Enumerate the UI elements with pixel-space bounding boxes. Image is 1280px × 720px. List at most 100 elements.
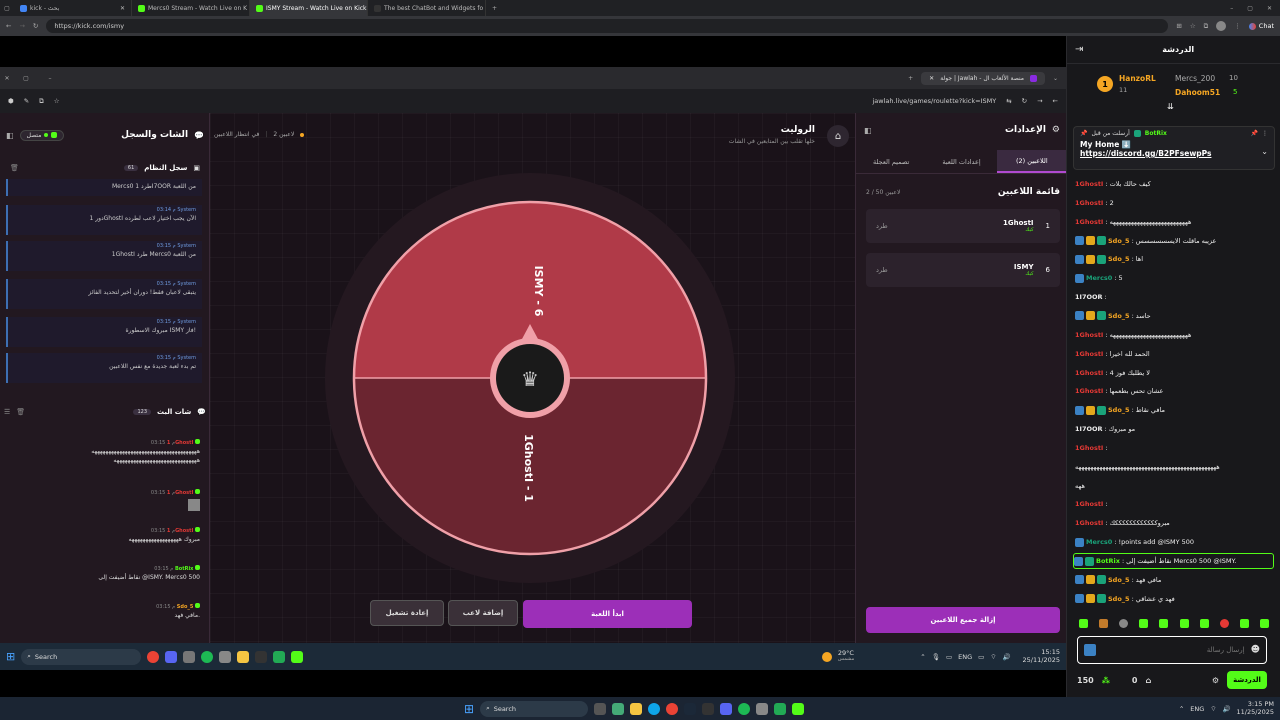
chat-input[interactable]: إرسال رسالة ☻ <box>1077 636 1267 664</box>
windows-start-icon[interactable]: ⊞ <box>6 650 15 663</box>
volume-icon[interactable]: 🔊 <box>1222 705 1230 713</box>
restart-button[interactable]: إعادة تشغيل <box>370 600 444 626</box>
minimize-icon[interactable]: – <box>1230 5 1233 12</box>
emote-icon[interactable] <box>1219 618 1229 628</box>
points-icon[interactable]: ⁂ <box>1102 676 1110 685</box>
emote-icon[interactable] <box>1199 618 1209 628</box>
message-user[interactable]: Sdo_5 <box>1108 595 1130 603</box>
app-icon[interactable] <box>255 650 268 663</box>
language-indicator[interactable]: ENG <box>958 653 972 661</box>
message-user[interactable]: 1GhostI <box>1075 500 1103 508</box>
extension-icon[interactable]: ✎ <box>24 97 29 105</box>
message-user[interactable]: 1GhostI <box>1075 199 1103 207</box>
collapse-icon[interactable]: ◧ <box>864 126 872 135</box>
add-player-button[interactable]: إضافة لاعب <box>448 600 518 626</box>
app-icon[interactable] <box>612 702 625 715</box>
trash-icon[interactable]: 🗑 <box>16 408 25 416</box>
steam-icon[interactable] <box>684 702 697 715</box>
remove-all-players-button[interactable]: إزالة جميع اللاعبين <box>866 607 1060 633</box>
tray-arrow-icon[interactable]: ⌃ <box>920 653 925 661</box>
tray-icon[interactable]: ▭ <box>946 653 952 661</box>
folder-icon[interactable] <box>630 702 643 715</box>
spotify-icon[interactable] <box>201 650 214 663</box>
close-icon[interactable]: ✕ <box>0 75 14 82</box>
message-user[interactable]: Mercs0 <box>1086 538 1112 546</box>
chevron-down-icon[interactable]: ⌄ <box>1261 147 1268 156</box>
send-chat-button[interactable]: الدردشة <box>1227 671 1267 689</box>
more-icon[interactable]: ⋮ <box>1262 130 1268 137</box>
unpin-icon[interactable]: 📌 <box>1251 130 1258 137</box>
app-icon[interactable] <box>774 702 787 715</box>
filter-icon[interactable]: ☰ <box>4 408 10 416</box>
message-user[interactable]: Sdo_5 <box>1108 255 1130 263</box>
message-user[interactable]: 1I7OOR <box>1075 425 1103 433</box>
chrome-icon[interactable] <box>147 650 160 663</box>
collapse-icon[interactable]: ◧ <box>6 131 14 140</box>
message-user[interactable]: 1GhostI <box>1075 369 1103 377</box>
message-user[interactable]: 1GhostI <box>1075 350 1103 358</box>
network-icon[interactable]: ⌔ <box>990 652 996 661</box>
translate-icon[interactable]: ⊞ <box>1176 22 1181 30</box>
message-user[interactable]: Mercs0 <box>1086 274 1112 282</box>
restore-icon[interactable]: ▢ <box>14 75 38 82</box>
reload-icon[interactable]: ↻ <box>33 22 38 30</box>
settings-icon[interactable]: ⚙ <box>1212 676 1219 685</box>
app-icon[interactable] <box>702 702 715 715</box>
chrome-icon[interactable] <box>666 702 679 715</box>
extensions-icon[interactable]: ⧉ <box>1204 22 1209 31</box>
app-icon[interactable] <box>273 650 286 663</box>
back-icon[interactable]: ← <box>1053 97 1058 105</box>
emote-icon[interactable] <box>1159 618 1169 628</box>
message-user[interactable]: Sdo_5 <box>1108 237 1130 245</box>
tab-game-settings[interactable]: إعدادات اللعبة <box>926 150 996 173</box>
browser-tab-ismy[interactable]: ISMY Stream - Watch Live on Kick✕ <box>250 0 368 16</box>
kick-player-button[interactable]: طرد <box>876 222 888 230</box>
discord-icon[interactable] <box>165 650 178 663</box>
app-icon[interactable] <box>219 650 232 663</box>
tab-wheel-design[interactable]: تصميم العجلة <box>856 150 926 173</box>
star-icon[interactable]: ☆ <box>54 97 60 105</box>
copy-icon[interactable]: ⧉ <box>39 97 44 106</box>
bookmark-icon[interactable]: ☆ <box>1190 22 1196 30</box>
new-tab-icon[interactable]: + <box>908 75 913 82</box>
message-user[interactable]: 1GhostI <box>1075 180 1103 188</box>
message-user[interactable]: 1GhostI <box>1075 331 1103 339</box>
emote-icon[interactable] <box>1179 618 1189 628</box>
inner-tab[interactable]: ✕ جولة | Jawlah - منصة الألعاب ال <box>921 71 1045 85</box>
reload-icon[interactable]: ↻ <box>1022 97 1027 105</box>
message-user[interactable]: 1GhostI <box>1075 387 1103 395</box>
home-button[interactable]: ⌂ <box>827 125 849 147</box>
kick-player-button[interactable]: طرد <box>876 266 888 274</box>
network-icon[interactable]: ⌔ <box>1210 704 1216 713</box>
forward-icon[interactable]: → <box>1037 97 1042 105</box>
profile-icon[interactable] <box>1216 21 1227 31</box>
app-icon[interactable] <box>183 650 196 663</box>
message-user[interactable]: Sdo_5 <box>1108 406 1130 414</box>
edge-icon[interactable] <box>648 702 661 715</box>
emote-icon[interactable] <box>1260 618 1270 628</box>
app-icon[interactable] <box>756 702 769 715</box>
kick-icon[interactable] <box>291 650 304 663</box>
pinned-link[interactable]: https://discord.gg/B2PFsewpPs <box>1074 149 1274 158</box>
inner-url[interactable]: jawlah.live/games/roulette?kick=ISMY <box>872 97 996 105</box>
close-icon[interactable]: ✕ <box>929 75 934 82</box>
minimize-icon[interactable]: – <box>38 75 62 82</box>
chat-button[interactable]: Chat <box>1248 22 1274 30</box>
message-user[interactable]: Sdo_5 <box>1108 312 1130 320</box>
trash-icon[interactable]: 🗑 <box>10 164 19 172</box>
windows-start-icon[interactable]: ⊞ <box>464 702 474 716</box>
expand-leaderboard-icon[interactable]: ⇊ <box>1167 102 1174 111</box>
language-indicator[interactable]: ENG <box>1190 705 1204 713</box>
browser-tab-search[interactable]: kick - بحث ✕ <box>14 0 132 16</box>
tab-list-icon[interactable]: ⌄ <box>1053 75 1058 82</box>
emote-icon[interactable] <box>1078 618 1088 628</box>
message-user[interactable]: 1GhostI <box>1075 519 1103 527</box>
emote-icon[interactable] <box>1240 618 1250 628</box>
taskbar-search[interactable]: ⌕ Search <box>21 648 142 665</box>
message-user[interactable]: Sdo_5 <box>1108 576 1130 584</box>
browser-tab-botrix[interactable]: The best ChatBot and Widgets fo✕ <box>368 0 486 16</box>
emote-icon[interactable] <box>1098 618 1108 628</box>
message-user[interactable]: 1I7OOR <box>1075 293 1103 301</box>
start-game-button[interactable]: ابدأ اللعبة <box>523 600 692 628</box>
menu-icon[interactable]: ⋮ <box>1234 22 1241 30</box>
